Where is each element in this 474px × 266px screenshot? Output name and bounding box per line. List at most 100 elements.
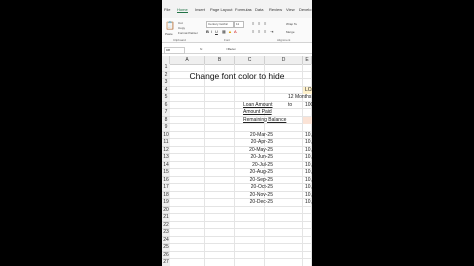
grid-cell[interactable] — [235, 236, 265, 244]
row-header[interactable]: 14 — [162, 161, 170, 169]
grid-cell[interactable] — [265, 236, 303, 244]
bold-icon[interactable]: B — [206, 29, 209, 34]
grid-cell[interactable] — [265, 259, 303, 266]
grid-cell[interactable] — [170, 244, 205, 252]
grid-cell[interactable] — [205, 206, 235, 214]
row-header[interactable]: 22 — [162, 221, 170, 229]
paste-icon[interactable]: 📋 — [165, 21, 175, 30]
format-painter-button[interactable]: Format Painter — [178, 31, 198, 35]
borders-icon[interactable]: ▦ — [222, 29, 226, 34]
tab-view[interactable]: View — [286, 7, 295, 12]
grid-cell[interactable] — [170, 146, 205, 154]
grid-cell[interactable] — [205, 161, 235, 169]
grid-cell[interactable] — [205, 191, 235, 199]
grid-cell[interactable] — [265, 229, 303, 237]
row-header[interactable]: 4 — [162, 86, 170, 94]
row-header[interactable]: 20 — [162, 206, 170, 214]
grid-cell[interactable] — [235, 244, 265, 252]
grid-cell[interactable] — [303, 229, 312, 237]
grid-cell[interactable] — [235, 251, 265, 259]
grid-cell[interactable] — [205, 176, 235, 184]
grid-cell[interactable] — [205, 244, 235, 252]
row-header[interactable]: 19 — [162, 199, 170, 207]
tab-page-layout[interactable]: Page Layout — [210, 7, 232, 12]
grid-cell[interactable] — [170, 191, 205, 199]
select-all-corner[interactable] — [162, 56, 170, 64]
worksheet-grid[interactable]: 1 2 3 4 5 6 7 8 9 10 11 12 13 14 15 16 17 18 19 20 21 22 23 24 2… — [162, 64, 312, 266]
grid-cell[interactable] — [235, 214, 265, 222]
paste-button[interactable]: Paste — [165, 32, 173, 36]
grid-cell[interactable] — [170, 94, 205, 102]
row-header[interactable]: 8 — [162, 116, 170, 124]
grid-cell[interactable] — [205, 94, 235, 102]
grid-cell[interactable] — [205, 221, 235, 229]
name-box[interactable]: C8 — [164, 47, 185, 54]
grid-cell[interactable] — [235, 229, 265, 237]
row-header[interactable]: 26 — [162, 251, 170, 259]
row-header[interactable]: 15 — [162, 169, 170, 177]
grid-cell[interactable] — [303, 221, 312, 229]
wrap-text-button[interactable]: Wrap Te — [286, 22, 297, 26]
grid-cell[interactable] — [205, 146, 235, 154]
grid-cell[interactable] — [235, 86, 265, 94]
grid-cell[interactable] — [235, 206, 265, 214]
formula-input[interactable]: =Recei — [226, 47, 235, 51]
tab-home[interactable]: Home — [177, 7, 188, 13]
grid-cell[interactable] — [205, 154, 235, 162]
font-color-icon[interactable]: A — [234, 29, 237, 34]
fx-icon[interactable]: fx — [200, 47, 202, 51]
grid-cell[interactable] — [170, 214, 205, 222]
tab-formulas[interactable]: Formulas — [235, 7, 252, 12]
align-middle-icon[interactable]: ≡ — [258, 21, 260, 26]
align-left-icon[interactable]: ≡ — [252, 29, 254, 34]
grid-cell[interactable] — [205, 184, 235, 192]
row-header[interactable]: 18 — [162, 191, 170, 199]
align-right-icon[interactable]: ≡ — [264, 29, 266, 34]
grid-cell[interactable] — [170, 124, 205, 132]
grid-cell[interactable] — [265, 206, 303, 214]
row-header[interactable]: 24 — [162, 236, 170, 244]
grid-cell[interactable] — [170, 101, 205, 109]
column-header-e[interactable]: E — [303, 56, 312, 64]
grid-cell[interactable] — [303, 214, 312, 222]
grid-cell[interactable] — [303, 244, 312, 252]
grid-cell[interactable] — [265, 86, 303, 94]
grid-cell[interactable] — [303, 251, 312, 259]
grid-cell[interactable] — [235, 259, 265, 266]
grid-cell[interactable] — [205, 251, 235, 259]
row-header[interactable]: 17 — [162, 184, 170, 192]
row-header[interactable]: 16 — [162, 176, 170, 184]
row-header[interactable]: 23 — [162, 229, 170, 237]
grid-cell[interactable] — [265, 244, 303, 252]
grid-cell[interactable] — [170, 229, 205, 237]
font-name-dropdown[interactable]: Century Gothic — [206, 21, 234, 28]
row-header[interactable]: 9 — [162, 124, 170, 132]
grid-cell[interactable] — [303, 259, 312, 266]
grid-cell[interactable] — [170, 236, 205, 244]
grid-cell[interactable] — [170, 161, 205, 169]
grid-cell[interactable] — [205, 116, 235, 124]
italic-icon[interactable]: I — [211, 29, 212, 34]
column-header-a[interactable]: A — [170, 56, 205, 64]
grid-cell[interactable] — [205, 139, 235, 147]
merge-center-button[interactable]: Merge — [286, 30, 295, 34]
grid-cell[interactable] — [170, 139, 205, 147]
grid-cell[interactable] — [205, 131, 235, 139]
grid-cell[interactable] — [170, 176, 205, 184]
grid-cell[interactable] — [235, 94, 265, 102]
grid-cell[interactable] — [205, 229, 235, 237]
row-header[interactable]: 12 — [162, 146, 170, 154]
row-header[interactable]: 6 — [162, 101, 170, 109]
grid-cell[interactable] — [170, 251, 205, 259]
grid-cell[interactable] — [170, 206, 205, 214]
grid-cell[interactable] — [205, 101, 235, 109]
grid-cell[interactable] — [170, 169, 205, 177]
row-header[interactable]: 7 — [162, 109, 170, 117]
tab-data[interactable]: Data — [255, 7, 263, 12]
grid-cell[interactable] — [303, 206, 312, 214]
copy-button[interactable]: Copy — [178, 26, 185, 30]
row-header[interactable]: 25 — [162, 244, 170, 252]
grid-cell[interactable] — [265, 214, 303, 222]
grid-cell[interactable] — [235, 221, 265, 229]
grid-cell[interactable] — [205, 124, 235, 132]
